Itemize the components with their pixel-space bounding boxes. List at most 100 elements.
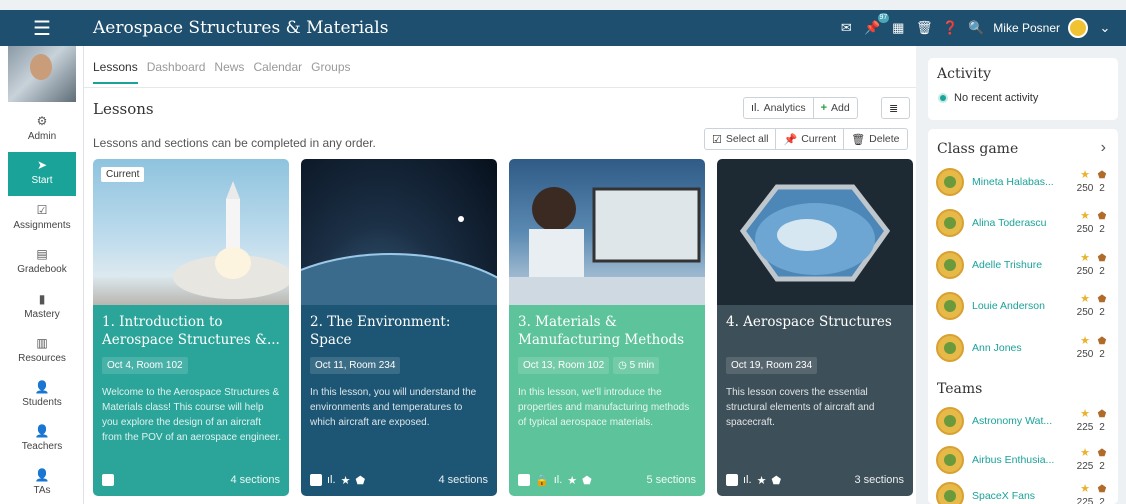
shield-icon[interactable]: ⬟ — [355, 474, 365, 487]
team-name[interactable]: Astronomy Wat... — [972, 415, 1054, 427]
trash-icon[interactable]: 🗑 — [915, 19, 933, 37]
mail-icon[interactable]: ✉ — [837, 19, 855, 37]
current-button[interactable]: 📌 Current — [776, 129, 845, 149]
lesson-image-station — [717, 159, 913, 305]
tab-dashboard[interactable]: Dashboard — [147, 60, 206, 84]
player-name[interactable]: Louie Anderson — [972, 300, 1054, 312]
lesson-card-2[interactable]: 2. The Environment: Space Oct 11, Room 2… — [301, 159, 497, 496]
sidebar-item-resources[interactable]: ▥ Resources — [8, 330, 76, 374]
lesson-description: In this lesson, we'll introduce the prop… — [518, 387, 690, 428]
player-name[interactable]: Ann Jones — [972, 342, 1054, 354]
course-title[interactable]: Aerospace Structures & Materials — [93, 10, 388, 46]
notifications-icon[interactable]: 📌 97 — [863, 13, 890, 37]
star-icon[interactable]: ★ — [341, 474, 351, 487]
player-row[interactable]: Adelle Trishure ★ ⬟ 250 2 — [936, 248, 1108, 282]
bar-chart-icon[interactable]: ıl. — [743, 474, 752, 486]
player-row[interactable]: Mineta Halabas... ★ ⬟ 250 2 — [936, 165, 1108, 199]
lesson-meta: Oct 19, Room 234 — [726, 357, 818, 374]
star-icon: ★ — [1080, 483, 1090, 495]
arrow-icon: ➤ — [36, 158, 48, 172]
star-icon: ★ — [1080, 252, 1090, 264]
duration-chip: ◷ 5 min — [613, 357, 660, 374]
bar-chart-icon[interactable]: ıl. — [327, 474, 336, 486]
tab-calendar[interactable]: Calendar — [253, 60, 302, 84]
star-icon[interactable]: ★ — [567, 474, 577, 487]
class-game-title[interactable]: Class game — [937, 141, 1018, 157]
user-name[interactable]: Mike Posner — [993, 21, 1060, 35]
sidebar-item-start[interactable]: ➤ Start — [8, 152, 76, 196]
lesson-checkbox[interactable] — [102, 474, 114, 486]
tab-lessons[interactable]: Lessons — [93, 60, 138, 84]
sidebar: ⚙ Admin ➤ Start ☑ Assignments ▤ Gradebook ▮ M… — [0, 46, 84, 504]
select-all-button[interactable]: ☑ Select all — [705, 129, 777, 149]
date-room-chip: Oct 13, Room 102 — [518, 357, 610, 374]
player-name[interactable]: Alina Toderascu — [972, 217, 1054, 229]
player-name[interactable]: Adelle Trishure — [972, 259, 1054, 271]
calendar-icon[interactable]: ▦ — [889, 19, 907, 37]
checkbox-icon: ☑ — [712, 133, 722, 146]
lesson-image-engineer — [509, 159, 705, 305]
sidebar-item-gradebook[interactable]: ▤ Gradebook — [8, 241, 76, 285]
lesson-description: Welcome to the Aerospace Structures & Ma… — [102, 387, 281, 443]
lock-icon[interactable]: 🔒 — [535, 474, 549, 487]
teachers-icon: 👤 — [34, 424, 50, 438]
user-avatar[interactable] — [1068, 18, 1088, 38]
star-icon[interactable]: ★ — [757, 474, 767, 487]
lesson-card-3[interactable]: 3. Materials & Manufacturing Methods Oct… — [509, 159, 705, 496]
list-view-group: ≣ — [881, 97, 910, 119]
list-view-button[interactable]: ≣ — [882, 98, 905, 118]
lesson-checkbox[interactable] — [310, 474, 322, 486]
search-icon[interactable]: 🔍 — [967, 19, 985, 37]
shield-icon[interactable]: ⬟ — [771, 474, 781, 487]
bar-chart-icon: ıl. — [751, 102, 760, 114]
sidebar-item-admin[interactable]: ⚙ Admin — [8, 108, 76, 152]
team-avatar — [936, 446, 964, 474]
delete-button[interactable]: 🗑 Delete — [844, 129, 906, 149]
sidebar-item-assignments[interactable]: ☑ Assignments — [8, 197, 76, 241]
add-button[interactable]: + Add — [814, 98, 857, 118]
analytics-add-group: ıl. Analytics + Add — [743, 97, 858, 119]
sidebar-item-tas[interactable]: 👤 TAs — [8, 462, 76, 504]
lesson-title[interactable]: 1. Introduction to Aerospace Structures … — [102, 313, 282, 349]
bulk-actions-group: ☑ Select all 📌 Current 🗑 Delete — [704, 128, 908, 150]
trash-icon: 🗑 — [851, 133, 866, 146]
player-row[interactable]: Louie Anderson ★ ⬟ 250 2 — [936, 289, 1108, 323]
date-room-chip: Oct 19, Room 234 — [726, 357, 818, 374]
player-name[interactable]: Mineta Halabas... — [972, 176, 1054, 188]
hamburger-icon[interactable]: ☰ — [0, 10, 84, 46]
lesson-card-1[interactable]: Current 1. Introduction to Aerospace Str… — [93, 159, 289, 496]
lesson-checkbox[interactable] — [518, 474, 530, 486]
team-name[interactable]: SpaceX Fans — [972, 490, 1054, 502]
analytics-button[interactable]: ıl. Analytics — [744, 98, 814, 118]
team-row[interactable]: Astronomy Wat... ★ ⬟ 225 2 — [936, 404, 1108, 438]
sidebar-item-teachers[interactable]: 👤 Teachers — [8, 418, 76, 462]
space-station-illustration — [739, 184, 891, 282]
team-row[interactable]: SpaceX Fans ★ ⬟ 225 2 — [936, 479, 1108, 504]
player-row[interactable]: Alina Toderascu ★ ⬟ 250 2 — [936, 206, 1108, 240]
tab-groups[interactable]: Groups — [311, 60, 350, 84]
chevron-right-icon[interactable]: › — [1101, 139, 1106, 157]
lesson-title[interactable]: 2. The Environment: Space — [310, 313, 490, 349]
bar-chart-icon[interactable]: ıl. — [554, 474, 563, 486]
shield-icon: ⬟ — [1097, 211, 1107, 222]
current-badge: Current — [101, 167, 145, 182]
help-icon[interactable]: ❓ — [941, 19, 959, 37]
chevron-down-icon[interactable]: ⌄ — [1096, 19, 1114, 37]
shield-icon[interactable]: ⬟ — [582, 474, 592, 487]
lesson-checkbox[interactable] — [726, 474, 738, 486]
team-name[interactable]: Airbus Enthusia... — [972, 454, 1054, 466]
gradebook-icon: ▤ — [36, 247, 48, 261]
lesson-title[interactable]: 4. Aerospace Structures — [726, 313, 906, 331]
sidebar-item-mastery[interactable]: ▮ Mastery — [8, 286, 76, 330]
lesson-card-4[interactable]: 4. Aerospace Structures Oct 19, Room 234… — [717, 159, 913, 496]
player-row[interactable]: Ann Jones ★ ⬟ 250 2 — [936, 331, 1108, 365]
sidebar-item-students[interactable]: 👤 Students — [8, 374, 76, 418]
tab-news[interactable]: News — [214, 60, 244, 84]
lesson-footer: ıl. ★ ⬟ 4 sections — [310, 473, 488, 487]
sections-count: 5 sections — [646, 474, 696, 486]
lesson-title[interactable]: 3. Materials & Manufacturing Methods — [518, 313, 698, 349]
team-row[interactable]: Airbus Enthusia... ★ ⬟ 225 2 — [936, 443, 1108, 477]
lesson-meta: Oct 4, Room 102 — [102, 357, 188, 374]
star-icon: ★ — [1080, 447, 1090, 459]
activity-title: Activity — [937, 66, 991, 82]
